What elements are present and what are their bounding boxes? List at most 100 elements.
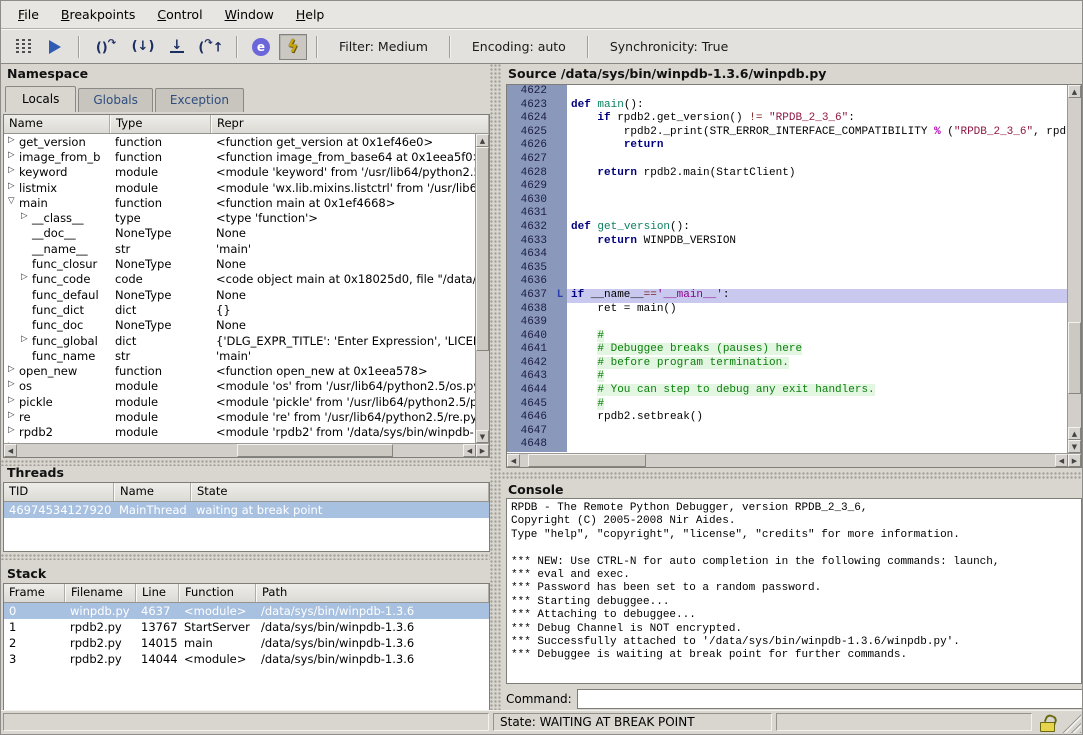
collapsed-triangle-icon[interactable]: ▷ [8,441,19,443]
namespace-row[interactable]: ▷__class__type<type 'function'> [4,210,475,225]
source-line[interactable]: 4628 return rpdb2.main(StartClient) [507,167,1067,181]
namespace-row[interactable]: ▷open_newfunction<function open_new at 0… [4,363,475,378]
stack-frame-row[interactable]: 1rpdb2.py13767StartServer/data/sys/bin/w… [4,619,489,635]
column-header-name[interactable]: Name [114,483,191,501]
break-button[interactable] [9,34,37,60]
source-line[interactable]: 4635 [507,262,1067,276]
collapsed-triangle-icon[interactable]: ▷ [21,334,32,348]
stack-frame-row[interactable]: 2rpdb2.py14015main/data/sys/bin/winpdb-1… [4,635,489,651]
source-line[interactable]: 4636 [507,275,1067,289]
menu-item-help[interactable]: Help [285,3,336,26]
next-button[interactable]: ()↷ [89,34,123,60]
column-header-filename[interactable]: Filename [65,584,136,602]
source-line[interactable]: 4645 # [507,398,1067,412]
menu-item-file[interactable]: File [7,3,50,26]
namespace-row[interactable]: func_namestr'main' [4,348,475,363]
source-line[interactable]: 4638 ret = main() [507,303,1067,317]
column-header-path[interactable]: Path [256,584,489,602]
namespace-row[interactable]: ▽mainfunction<function main at 0x1ef4668… [4,195,475,210]
tab-exception[interactable]: Exception [155,88,244,112]
source-line[interactable]: 4637Lif __name__=='__main__': [507,289,1067,303]
source-line[interactable]: 4630 [507,194,1067,208]
go-button[interactable] [41,34,69,60]
source-line[interactable]: 4642 # before program termination. [507,357,1067,371]
collapsed-triangle-icon[interactable]: ▷ [8,410,19,424]
source-line[interactable]: 4644 # You can step to debug any exit ha… [507,384,1067,398]
scroll-left-icon[interactable]: ◀ [4,444,17,457]
namespace-row[interactable]: ▷func_codecode<code object main at 0x180… [4,272,475,287]
column-header-name[interactable]: Name [4,115,110,133]
analyze-exception-button[interactable]: e [247,34,275,60]
horizontal-splitter[interactable] [1,554,490,560]
source-view[interactable]: 46224623def main():4624 if rpdb2.get_ver… [506,84,1082,468]
break-now-button[interactable]: ϟ [279,34,307,60]
collapsed-triangle-icon[interactable]: ▷ [8,150,19,164]
resize-grip[interactable] [1061,713,1081,733]
namespace-row[interactable]: __name__str'main' [4,241,475,256]
namespace-row[interactable]: func_docNoneTypeNone [4,318,475,333]
source-line[interactable]: 4627 [507,153,1067,167]
scroll-left-icon[interactable]: ◀ [463,444,476,457]
column-header-tid[interactable]: TID [4,483,114,501]
namespace-horizontal-scrollbar[interactable]: ◀ ◀ ▶ [4,443,489,457]
collapsed-triangle-icon[interactable]: ▷ [8,135,19,149]
namespace-row[interactable]: ▷func_globaldict{'DLG_EXPR_TITLE': 'Ente… [4,333,475,348]
tab-globals[interactable]: Globals [78,88,153,112]
namespace-vertical-scrollbar[interactable]: ▲ ▼ [475,134,489,443]
namespace-row[interactable]: ▷picklemodule<module 'pickle' from '/usr… [4,394,475,409]
menu-item-window[interactable]: Window [214,3,285,26]
collapsed-triangle-icon[interactable]: ▷ [8,395,19,409]
command-input[interactable] [577,689,1083,709]
scroll-up-icon[interactable]: ▲ [1068,427,1081,440]
source-line[interactable]: 4647 [507,425,1067,439]
horizontal-splitter[interactable] [1,460,490,466]
source-line[interactable]: 4629 [507,180,1067,194]
scroll-down-icon[interactable]: ▼ [1068,440,1081,453]
column-header-line[interactable]: Line [136,584,179,602]
namespace-row[interactable]: ▷remodule<module 're' from '/usr/lib64/p… [4,409,475,424]
step-into-button[interactable]: (↓) [127,34,159,60]
source-line[interactable]: 4634 [507,248,1067,262]
scroll-down-icon[interactable]: ▼ [476,430,489,443]
source-vertical-scrollbar[interactable]: ▲ ▲ ▼ [1067,85,1081,453]
scroll-up-icon[interactable]: ▲ [1068,85,1081,98]
source-line[interactable]: 4640 # [507,330,1067,344]
column-header-frame[interactable]: Frame [4,584,65,602]
menu-item-breakpoints[interactable]: Breakpoints [50,3,146,26]
source-line[interactable]: 4631 [507,207,1067,221]
namespace-row[interactable]: func_dictdict{} [4,302,475,317]
collapsed-triangle-icon[interactable]: ▷ [8,181,19,195]
horizontal-splitter[interactable] [502,472,1083,480]
source-line[interactable]: 4639 [507,316,1067,330]
namespace-row[interactable]: ▷osmodule<module 'os' from '/usr/lib64/p… [4,379,475,394]
source-line[interactable]: 4633 return WINPDB_VERSION [507,235,1067,249]
namespace-row[interactable]: func_defaulNoneTypeNone [4,287,475,302]
collapsed-triangle-icon[interactable]: ▷ [8,425,19,439]
namespace-row[interactable]: ▷rpdb2module<module 'rpdb2' from '/data/… [4,425,475,440]
collapsed-triangle-icon[interactable]: ▷ [8,165,19,179]
column-header-state[interactable]: State [191,483,489,501]
source-line[interactable]: 4646 rpdb2.setbreak() [507,411,1067,425]
scroll-left-icon[interactable]: ◀ [1055,454,1068,467]
namespace-row[interactable]: __doc__NoneTypeNone [4,226,475,241]
collapsed-triangle-icon[interactable]: ▷ [21,211,32,225]
namespace-row[interactable]: func_closurNoneTypeNone [4,256,475,271]
tab-locals[interactable]: Locals [5,86,76,112]
source-line[interactable]: 4648 [507,438,1067,452]
source-line[interactable]: 4624 if rpdb2.get_version() != "RPDB_2_3… [507,112,1067,126]
collapsed-triangle-icon[interactable]: ▷ [21,272,32,286]
scroll-right-icon[interactable]: ▶ [476,444,489,457]
source-line[interactable]: 4632def get_version(): [507,221,1067,235]
source-line[interactable]: 4641 # Debuggee breaks (pauses) here [507,343,1067,357]
menu-item-control[interactable]: Control [146,3,213,26]
source-line[interactable]: 4643 # [507,370,1067,384]
namespace-row[interactable]: ▷socketmodule<module 'socket' from '/usr… [4,440,475,443]
expanded-triangle-icon[interactable]: ▽ [8,196,19,210]
stack-frame-row[interactable]: 0winpdb.py4637<module>/data/sys/bin/winp… [4,603,489,619]
collapsed-triangle-icon[interactable]: ▷ [8,364,19,378]
thread-row[interactable]: 46974534127920MainThreadwaiting at break… [4,502,489,518]
column-header-repr[interactable]: Repr [211,115,489,133]
source-line[interactable]: 4622 [507,85,1067,99]
scroll-right-icon[interactable]: ▶ [1068,454,1081,467]
scroll-up-icon[interactable]: ▲ [476,134,489,147]
